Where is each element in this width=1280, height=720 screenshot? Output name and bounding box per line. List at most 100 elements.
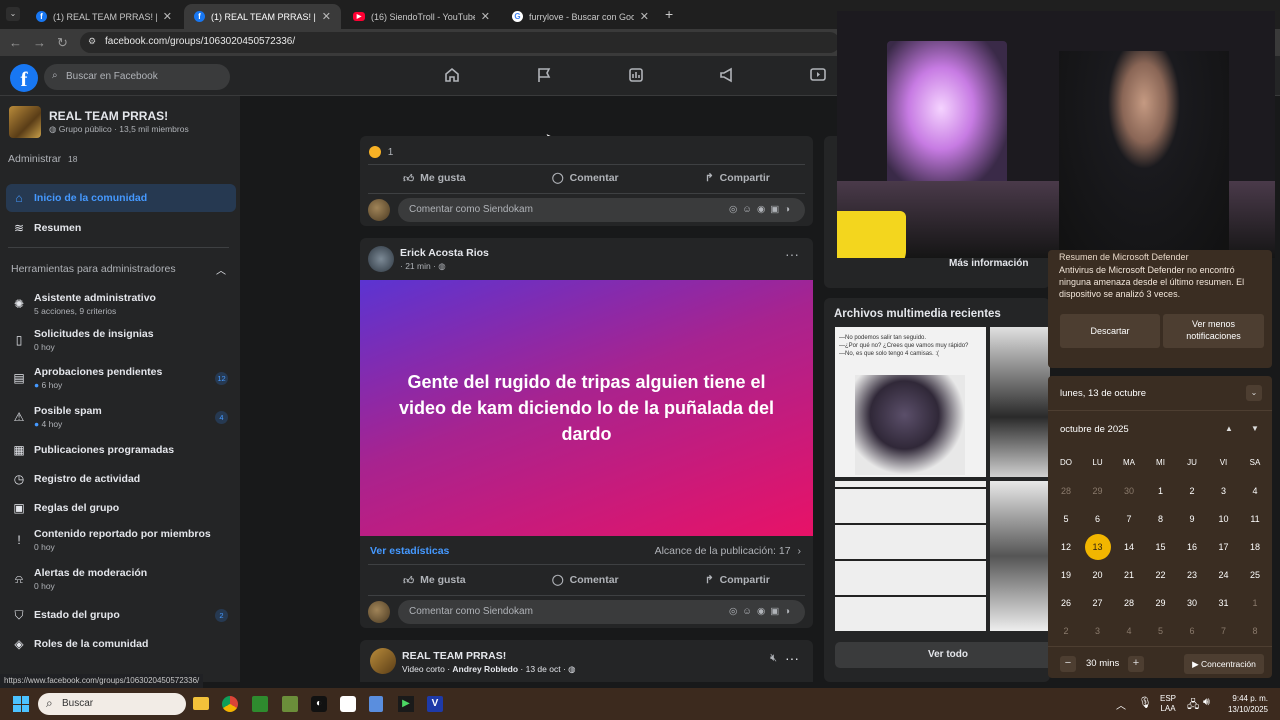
calendar-day[interactable]: 7	[1208, 620, 1240, 642]
vegas-icon[interactable]: V	[427, 696, 443, 712]
chrome-icon[interactable]	[222, 696, 238, 712]
calendar-month[interactable]: octubre de 2025	[1060, 424, 1129, 435]
windows-start-icon[interactable]	[13, 696, 29, 712]
post-time[interactable]: · 21 min · ◍	[400, 261, 446, 272]
calendar-day[interactable]: 4	[1113, 620, 1145, 642]
calendar-day[interactable]: 20	[1082, 564, 1114, 586]
sidebar-item-community-home[interactable]: ⌂ Inicio de la comunidad	[6, 184, 236, 212]
calendar-day[interactable]: 28	[1050, 480, 1082, 502]
stats-icon[interactable]	[627, 66, 645, 84]
group-avatar[interactable]	[9, 106, 41, 138]
calendar-day[interactable]: 26	[1050, 592, 1082, 614]
media-thumbnail[interactable]	[990, 481, 1050, 631]
taskbar-search[interactable]: ⌕ Buscar	[38, 693, 186, 715]
see-all-button[interactable]: Ver todo	[835, 642, 1061, 668]
increase-focus-button[interactable]: +	[1128, 656, 1144, 672]
calendar-day[interactable]: 21	[1113, 564, 1145, 586]
mute-icon[interactable]: 🔇︎	[770, 652, 777, 665]
calendar-day[interactable]: 2	[1176, 480, 1208, 502]
search-input[interactable]: ⌕ Buscar en Facebook	[44, 64, 230, 90]
view-stats-link[interactable]: Ver estadísticas	[370, 545, 449, 557]
chevron-up-icon[interactable]: ︿	[216, 262, 226, 277]
calendar-day[interactable]: 1	[1239, 592, 1271, 614]
dismiss-button[interactable]: Descartar	[1060, 314, 1160, 348]
group-avatar[interactable]	[370, 648, 396, 674]
comment-tools-icon[interactable]: ◎☺◉▣◑	[729, 204, 795, 215]
capcut-icon[interactable]: ◐	[311, 696, 327, 712]
post-reach[interactable]: Alcance de la publicación: 17 ›	[655, 545, 801, 557]
language-indicator[interactable]: ESP LAA	[1160, 694, 1176, 715]
media-thumbnail[interactable]	[990, 327, 1050, 477]
calendar-day[interactable]: 25	[1239, 564, 1271, 586]
clock[interactable]: 9:44 p. m. 13/10/2025	[1222, 693, 1268, 715]
minecraft-icon[interactable]	[282, 696, 298, 712]
sidebar-item-activity-log[interactable]: ◷ Registro de actividad	[6, 464, 236, 494]
next-month-icon[interactable]: ▼	[1251, 424, 1259, 433]
more-info-button[interactable]: Más información	[949, 258, 1028, 269]
calendar-day[interactable]: 10	[1208, 508, 1240, 530]
volume-icon[interactable]: 🔊︎	[1203, 696, 1210, 709]
new-tab-icon[interactable]: +	[665, 6, 673, 22]
calendar-day[interactable]: 8	[1239, 620, 1271, 642]
group-name[interactable]: REAL TEAM PRRAS!	[49, 109, 168, 123]
calendar-day[interactable]: 18	[1239, 536, 1271, 558]
microphone-icon[interactable]: 🎙︎	[1138, 696, 1152, 709]
close-tab-icon[interactable]: ✕	[322, 10, 331, 23]
calendar-day[interactable]: 7	[1113, 508, 1145, 530]
more-options-icon[interactable]: ···	[785, 246, 799, 262]
calendar-day[interactable]: 19	[1050, 564, 1082, 586]
sidebar-item-possible-spam[interactable]: ⚠ Posible spam ● 4 hoy 4	[6, 399, 236, 435]
calendar-day[interactable]: 28	[1113, 592, 1145, 614]
focus-button[interactable]: ▶ Concentración	[1184, 654, 1264, 674]
comment-button[interactable]: ◯ Comentar	[552, 574, 619, 586]
calendar-day-today[interactable]: 13	[1084, 534, 1111, 560]
calendar-day[interactable]: 5	[1050, 508, 1082, 530]
browser-tab[interactable]: ▶ (16) SiendoTroll - YouTube ✕	[343, 4, 500, 29]
sidebar-item-reported-content[interactable]: ! Contenido reportado por miembros 0 hoy	[6, 522, 236, 558]
tab-list-button[interactable]: ⌄	[6, 7, 20, 21]
media-thumbnail[interactable]: —No podemos salir tan seguido. —¿Por qué…	[835, 327, 986, 477]
calendar-day[interactable]: 14	[1113, 536, 1145, 558]
comment-tools-icon[interactable]: ◎☺◉▣◑	[729, 606, 795, 617]
calendar-day[interactable]: 30	[1113, 480, 1145, 502]
reload-icon[interactable]: ↻	[57, 35, 68, 51]
media-thumbnail[interactable]	[835, 481, 986, 631]
sidebar-item-summary[interactable]: ≋ Resumen	[6, 213, 236, 243]
calendar-day[interactable]: 22	[1145, 564, 1177, 586]
url-input[interactable]: ⚙ facebook.com/groups/1063020450572336/	[80, 32, 840, 53]
share-button[interactable]: ↱ Compartir	[705, 574, 770, 586]
comment-input[interactable]: Comentar como Siendokam ◎☺◉▣◑	[398, 600, 805, 624]
sidebar-item-moderation-alerts[interactable]: ⍾ Alertas de moderación 0 hoy	[6, 561, 236, 597]
more-options-icon[interactable]: ···	[785, 650, 799, 666]
megaphone-icon[interactable]	[718, 66, 736, 84]
home-icon[interactable]	[443, 66, 461, 84]
calendar-day[interactable]: 12	[1050, 536, 1082, 558]
sidebar-item-pending-approvals[interactable]: ▤ Aprobaciones pendientes ● 6 hoy 12	[6, 360, 236, 396]
calendar-day[interactable]: 6	[1176, 620, 1208, 642]
like-button[interactable]: 👍︎ Me gusta	[403, 172, 466, 185]
reaction-summary[interactable]: 1	[369, 146, 393, 158]
sidebar-item-group-status[interactable]: ⛉ Estado del grupo 2	[6, 600, 236, 630]
close-tab-icon[interactable]: ✕	[640, 10, 649, 23]
xbox-game-icon[interactable]	[252, 696, 268, 712]
sidebar-item-badge-requests[interactable]: ▯ Solicitudes de insignias 0 hoy	[6, 322, 236, 358]
calendar-day[interactable]: 31	[1208, 592, 1240, 614]
sidebar-item-scheduled-posts[interactable]: ▦ Publicaciones programadas	[6, 435, 236, 465]
show-less-notifications-button[interactable]: Ver menos notificaciones	[1163, 314, 1264, 348]
flag-icon[interactable]	[535, 66, 553, 84]
avatar[interactable]	[368, 601, 390, 623]
calendar-day[interactable]: 3	[1208, 480, 1240, 502]
close-tab-icon[interactable]: ✕	[163, 10, 172, 23]
calendar-day[interactable]: 5	[1145, 620, 1177, 642]
screen-capture-icon[interactable]	[340, 696, 356, 712]
comment-button[interactable]: ◯ Comentar	[552, 172, 619, 184]
forward-icon[interactable]: →	[33, 35, 46, 50]
calendar-day[interactable]: 2	[1050, 620, 1082, 642]
calendar-day[interactable]: 8	[1145, 508, 1177, 530]
calendar-day[interactable]: 30	[1176, 592, 1208, 614]
admin-tools-heading[interactable]: Herramientas para administradores ︿	[11, 262, 226, 277]
comment-input[interactable]: Comentar como Siendokam ◎☺◉▣◑	[398, 198, 805, 222]
close-tab-icon[interactable]: ✕	[481, 10, 490, 23]
calendar-day[interactable]: 11	[1239, 508, 1271, 530]
browser-tab[interactable]: f (1) REAL TEAM PRRAS! | Facebo ✕	[26, 4, 182, 29]
